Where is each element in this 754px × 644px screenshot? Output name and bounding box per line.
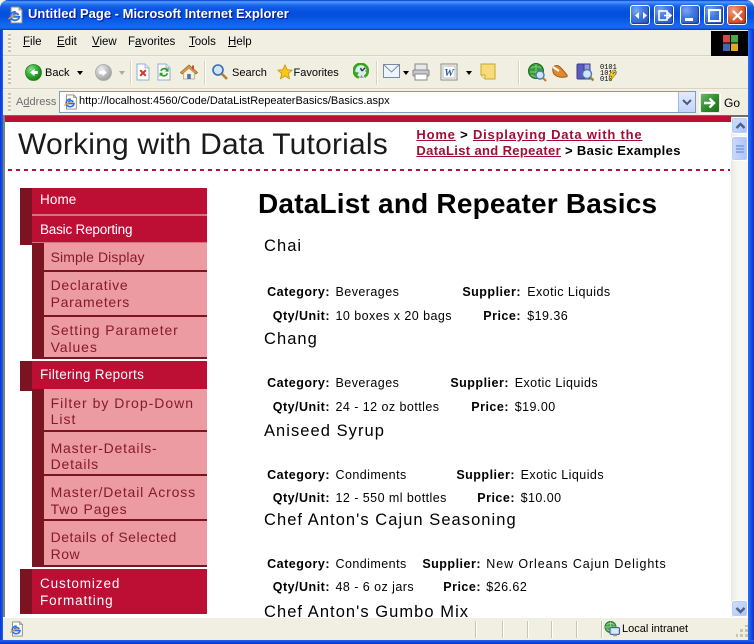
svg-text:W: W (444, 67, 455, 79)
